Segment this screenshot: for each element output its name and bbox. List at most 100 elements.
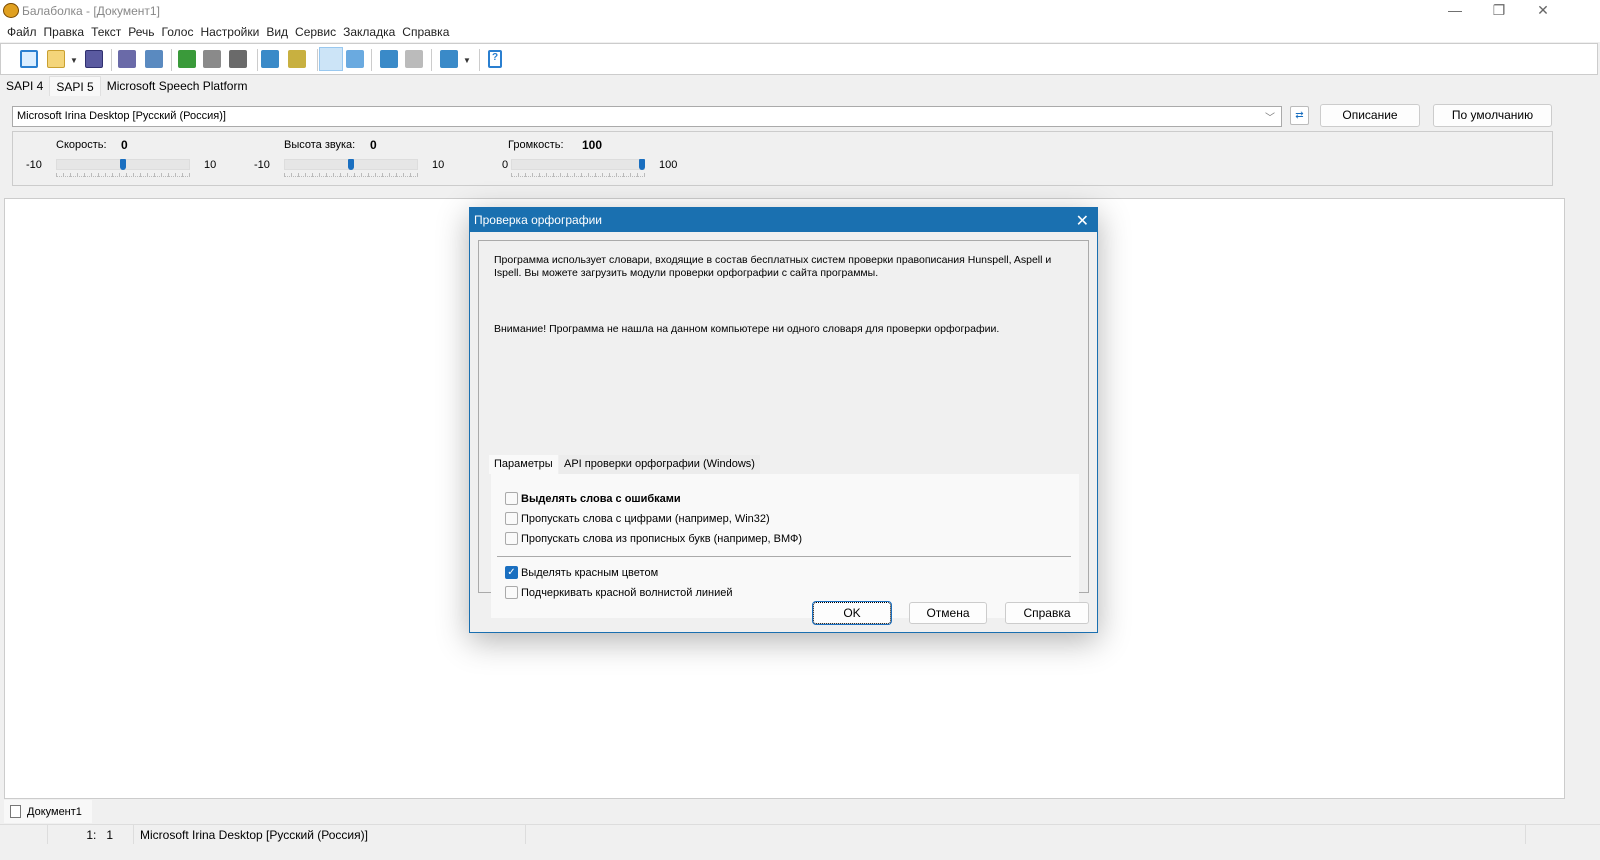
menu-help[interactable]: Справка <box>402 22 456 42</box>
option-wavy-underline[interactable]: Подчеркивать красной волнистой линией <box>505 586 733 599</box>
cancel-button[interactable]: Отмена <box>909 602 987 624</box>
dialog-title: Проверка орфографии <box>470 208 1097 232</box>
slider-label: Высота звука: <box>284 139 356 151</box>
describe-button[interactable]: Описание <box>1320 104 1420 127</box>
app-icon <box>3 3 19 18</box>
close-button[interactable]: ✕ <box>1528 2 1558 20</box>
option-red-color[interactable]: ✓ Выделять красным цветом <box>505 566 658 579</box>
audio-folder-icon[interactable] <box>288 50 306 68</box>
spell-view-icon[interactable] <box>346 50 364 68</box>
read-clipboard-icon[interactable] <box>118 50 136 68</box>
checkbox[interactable] <box>505 492 518 505</box>
status-cell <box>0 825 48 844</box>
menu-voice[interactable]: Голос <box>162 22 201 42</box>
title-bar: Балаболка - [Документ1] — ❐ ✕ <box>0 0 1600 22</box>
tab-parameters[interactable]: Параметры <box>489 455 558 474</box>
window-title: Балаболка - [Документ1] <box>22 4 160 18</box>
tab-sapi4[interactable]: SAPI 4 <box>0 76 49 96</box>
slider-value: 100 <box>582 138 603 152</box>
help-icon[interactable]: ? <box>488 50 502 68</box>
option-skip-digits[interactable]: Пропускать слова с цифрами (например, Wi… <box>505 512 770 525</box>
chevron-down-icon[interactable]: ▼ <box>463 56 471 65</box>
menu-speech[interactable]: Речь <box>128 22 161 42</box>
save-icon[interactable] <box>85 50 103 68</box>
slider-group: Высота звука: 0 -10 10 <box>241 132 461 185</box>
voice-select[interactable]: Microsoft Irina Desktop [Русский (Россия… <box>12 106 1282 127</box>
option-label: Выделять красным цветом <box>521 566 659 579</box>
menu-edit[interactable]: Правка <box>44 22 92 42</box>
warning-text: Внимание! Программа не нашла на данном к… <box>494 323 1000 335</box>
parameters-panel: Выделять слова с ошибками Пропускать сло… <box>491 474 1079 618</box>
separator <box>257 49 258 71</box>
remove-bookmark-icon[interactable] <box>405 50 423 68</box>
dialog-close-icon[interactable]: ✕ <box>1076 211 1089 231</box>
checkbox[interactable] <box>505 532 518 545</box>
slider-min: -10 <box>26 159 42 171</box>
separator <box>111 49 112 71</box>
checkbox[interactable] <box>505 512 518 525</box>
open-icon[interactable] <box>47 50 65 68</box>
voice-parameters: Скорость: 0 -10 10 Высота звука: 0 -10 10… <box>12 131 1553 186</box>
play-icon[interactable] <box>178 50 196 68</box>
slider-max: 10 <box>204 159 217 171</box>
ok-button[interactable]: OK <box>812 601 892 625</box>
refresh-voices-button[interactable]: ⇄ <box>1290 106 1309 125</box>
voice-select-value: Microsoft Irina Desktop [Русский (Россия… <box>17 110 226 122</box>
slider-ticks <box>284 173 418 177</box>
checkbox[interactable] <box>505 586 518 599</box>
slider-group: Громкость: 100 0 100 <box>468 132 688 185</box>
separator <box>431 49 432 71</box>
menu-settings[interactable]: Настройки <box>200 22 266 42</box>
slider-ticks <box>56 173 190 177</box>
read-file-icon[interactable] <box>145 50 163 68</box>
minimize-button[interactable]: — <box>1440 2 1470 20</box>
tab-speech-platform[interactable]: Microsoft Speech Platform <box>101 76 254 96</box>
tab-sapi5[interactable]: SAPI 5 <box>49 76 101 96</box>
option-label: Подчеркивать красной волнистой линией <box>521 586 733 599</box>
menu-service[interactable]: Сервис <box>295 22 343 42</box>
menu-file[interactable]: Файл <box>7 22 44 42</box>
separator <box>479 49 480 71</box>
slider-group: Скорость: 0 -10 10 <box>13 132 233 185</box>
slider-thumb[interactable] <box>348 159 354 170</box>
slider-max: 100 <box>659 159 678 171</box>
slider-ticks <box>511 173 645 177</box>
cursor-position: 1: 1 <box>48 825 134 844</box>
status-cell <box>526 825 1526 844</box>
separator <box>317 49 318 71</box>
help-button[interactable]: Справка <box>1005 602 1089 624</box>
option-highlight-errors[interactable]: Выделять слова с ошибками <box>505 492 681 505</box>
toolbar: ▼ ▼ ? <box>0 43 1598 75</box>
chevron-down-icon: ﹀ <box>1265 113 1275 124</box>
menu-bookmark[interactable]: Закладка <box>343 22 402 42</box>
slider-thumb[interactable] <box>639 159 645 170</box>
option-label: Выделять слова с ошибками <box>521 492 681 505</box>
slider-min: 0 <box>502 159 509 171</box>
status-voice: Microsoft Irina Desktop [Русский (Россия… <box>134 825 526 844</box>
chevron-down-icon[interactable]: ▼ <box>70 56 78 65</box>
engine-tabs: SAPI 4 SAPI 5 Microsoft Speech Platform <box>0 76 253 96</box>
default-button[interactable]: По умолчанию <box>1433 104 1552 127</box>
new-document-icon[interactable] <box>20 50 38 68</box>
slider-value: 0 <box>121 138 128 152</box>
menu-bar: Файл Правка Текст Речь Голос Настройки В… <box>0 22 1600 42</box>
option-label: Пропускать слова из прописных букв (напр… <box>521 532 803 545</box>
option-skip-uppercase[interactable]: Пропускать слова из прописных букв (напр… <box>505 532 802 545</box>
slider-max: 10 <box>432 159 445 171</box>
text-view-icon[interactable] <box>319 47 343 71</box>
document-tab[interactable]: Документ1 <box>4 800 92 823</box>
checkbox-checked[interactable]: ✓ <box>505 566 518 579</box>
tab-windows-spell-api[interactable]: API проверки орфографии (Windows) <box>559 455 760 474</box>
bookmarks-icon[interactable] <box>440 50 458 68</box>
add-bookmark-icon[interactable] <box>380 50 398 68</box>
separator <box>171 49 172 71</box>
separator <box>371 49 372 71</box>
pause-icon[interactable] <box>203 50 221 68</box>
slider-thumb[interactable] <box>120 159 126 170</box>
menu-text[interactable]: Текст <box>91 22 128 42</box>
maximize-button[interactable]: ❐ <box>1484 2 1514 20</box>
menu-view[interactable]: Вид <box>266 22 295 42</box>
audio-file-icon[interactable] <box>261 50 279 68</box>
stop-icon[interactable] <box>229 50 247 68</box>
slider-track[interactable] <box>511 159 645 170</box>
